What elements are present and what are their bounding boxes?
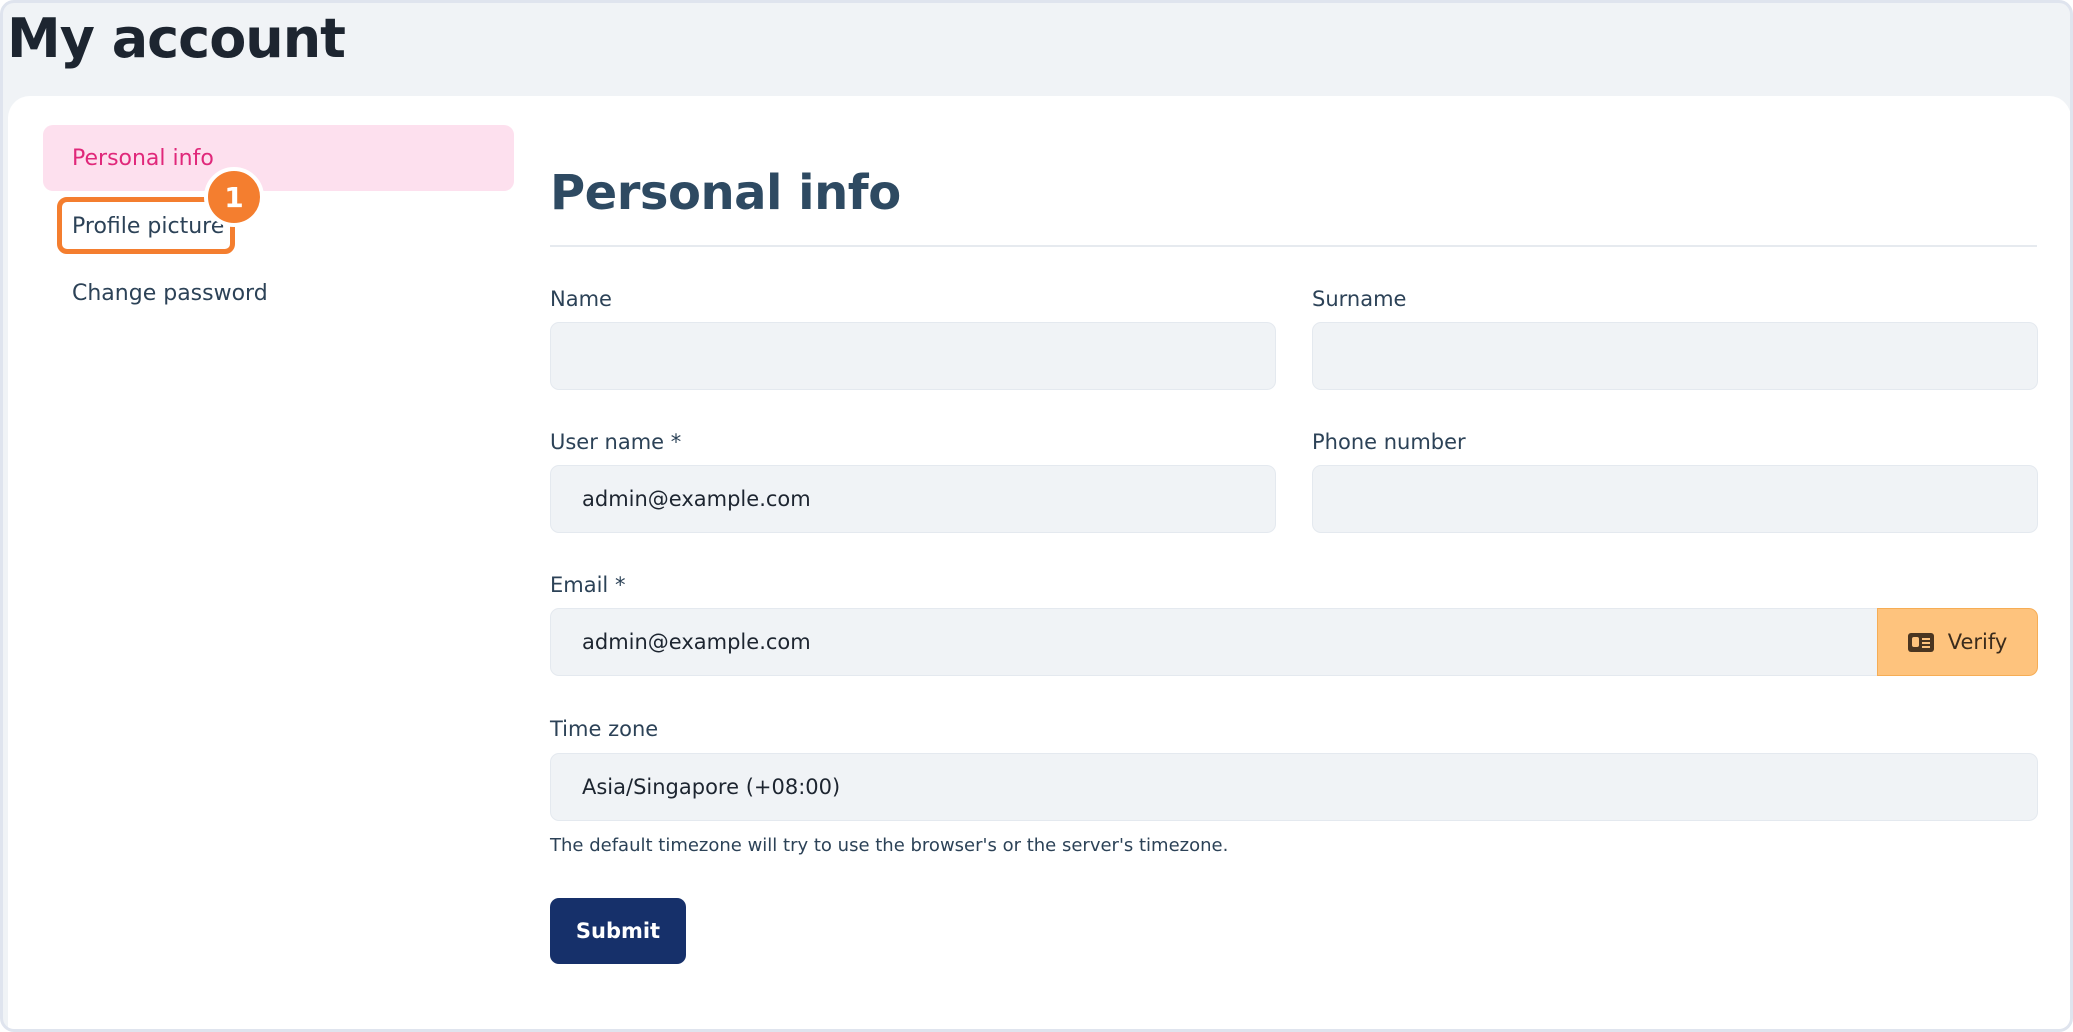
app-frame: My account Personal info Profile picture…: [0, 0, 2073, 1032]
verify-button-label: Verify: [1947, 630, 2008, 654]
id-card-icon: [1907, 632, 1934, 652]
sidebar-item-profile-picture[interactable]: Profile picture: [43, 193, 514, 259]
email-input[interactable]: admin@example.com: [550, 608, 1878, 676]
username-input[interactable]: admin@example.com: [550, 465, 1276, 533]
timezone-label: Time zone: [550, 717, 659, 741]
step-badge: 1: [204, 167, 264, 227]
surname-input[interactable]: [1312, 322, 2038, 390]
page-title: My account: [7, 7, 346, 70]
sidebar-item-label: Profile picture: [72, 213, 225, 239]
timezone-select[interactable]: Asia/Singapore (+08:00): [550, 753, 2038, 821]
sidebar-item-personal-info[interactable]: Personal info: [43, 125, 514, 191]
section-divider: [550, 245, 2037, 247]
phone-label: Phone number: [1312, 430, 1466, 454]
verify-button[interactable]: Verify: [1877, 608, 2038, 676]
name-label: Name: [550, 287, 612, 311]
name-input[interactable]: [550, 322, 1276, 390]
submit-button[interactable]: Submit: [550, 898, 686, 964]
sidebar-item-change-password[interactable]: Change password: [43, 260, 514, 326]
section-title: Personal info: [550, 165, 901, 221]
phone-input[interactable]: [1312, 465, 2038, 533]
sidebar-item-label: Change password: [72, 280, 268, 306]
sidebar-item-label: Personal info: [72, 145, 214, 171]
email-label: Email *: [550, 573, 626, 597]
timezone-hint: The default timezone will try to use the…: [550, 835, 1229, 856]
username-label: User name *: [550, 430, 682, 454]
surname-label: Surname: [1312, 287, 1407, 311]
